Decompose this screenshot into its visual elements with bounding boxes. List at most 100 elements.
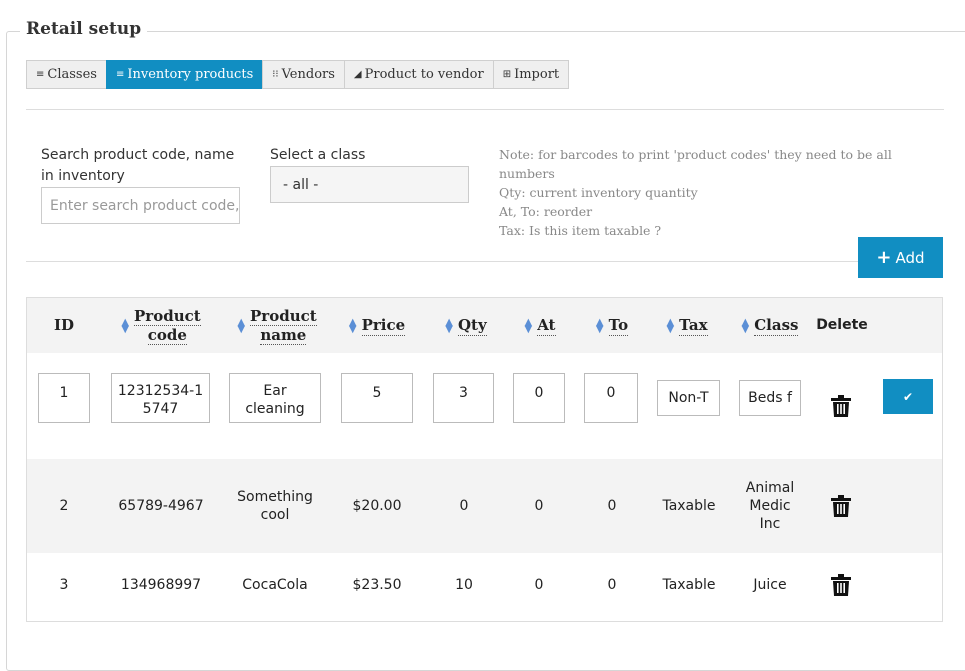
tab-classes[interactable]: ≡ Classes xyxy=(26,60,107,89)
tab-vendors[interactable]: ⁝⁝ Vendors xyxy=(262,60,345,89)
qty-field[interactable]: 3 xyxy=(433,373,494,423)
cell-id: 2 xyxy=(59,498,69,514)
search-label: Search product code, name in inventory xyxy=(41,147,235,184)
tab-inventory-products[interactable]: ≡ Inventory products xyxy=(105,60,264,89)
check-icon: ✔ xyxy=(902,389,914,404)
cell-price: $23.50 xyxy=(352,577,402,593)
col-label-line: Product xyxy=(134,306,201,326)
panel-title: Retail setup xyxy=(20,19,148,39)
sort-icon: ▲ ▼ xyxy=(595,316,604,335)
col-label-line: code xyxy=(147,325,187,345)
col-label: ID xyxy=(53,316,75,334)
sort-icon: ▲ ▼ xyxy=(524,316,533,335)
plus-icon: + xyxy=(876,246,892,268)
divider xyxy=(26,109,944,110)
col-at[interactable]: ▲ ▼ At xyxy=(515,298,565,353)
trash-icon[interactable] xyxy=(831,395,851,417)
table-header: ID ▲ ▼ Product code ▲ ▼ Product name ▲ ▼ Price ▲… xyxy=(27,298,942,353)
cell-class: Juice xyxy=(753,577,787,593)
col-price[interactable]: ▲ ▼ Price xyxy=(337,298,417,353)
trash-icon[interactable] xyxy=(831,574,851,596)
sort-icon: ▲ ▼ xyxy=(121,316,130,335)
cell-line: Animal xyxy=(745,480,795,496)
table-row: 3 134968997 CocaCola $23.50 10 0 0 Taxab… xyxy=(27,553,942,621)
col-label-line: Product xyxy=(250,306,317,326)
add-button-label: Add xyxy=(895,248,925,267)
list-icon: ≡ xyxy=(36,69,45,80)
sort-icon: ▲ ▼ xyxy=(237,316,246,335)
note-line: Note: for barcodes to print 'product cod… xyxy=(499,147,892,181)
cell-line: cool xyxy=(260,507,290,523)
col-product-code[interactable]: ▲ ▼ Product code xyxy=(111,298,211,353)
col-label: To xyxy=(608,315,629,336)
at-field[interactable]: 0 xyxy=(513,373,565,423)
col-label: Class xyxy=(754,315,799,336)
col-label-line: name xyxy=(260,325,307,345)
tab-label: Product to vendor xyxy=(364,67,484,82)
cell-to: 0 xyxy=(607,577,617,593)
cell-line: Medic xyxy=(749,498,791,514)
col-to[interactable]: ▲ ▼ To xyxy=(587,298,637,353)
cell-product-code: 134968997 xyxy=(120,577,202,593)
note-line: Qty: current inventory quantity xyxy=(499,185,698,200)
search-input[interactable]: Enter search product code, name xyxy=(41,187,240,224)
sort-icon: ▲ ▼ xyxy=(445,316,453,335)
col-id: ID xyxy=(27,298,101,353)
class-select[interactable]: - all - xyxy=(270,166,469,203)
tab-label: Inventory products xyxy=(127,67,254,82)
product-name-field[interactable]: Ear cleaning xyxy=(229,373,321,423)
tab-bar: ≡ Classes ≡ Inventory products ⁝⁝ Vendors ◢… xyxy=(26,60,570,89)
products-table: ID ▲ ▼ Product code ▲ ▼ Product name ▲ ▼ Price ▲… xyxy=(26,297,943,622)
col-label: Price xyxy=(361,315,406,336)
col-label: Tax xyxy=(679,315,708,336)
product-code-field[interactable]: 12312534-1 5747 xyxy=(111,373,210,423)
dots-icon: ⁝⁝ xyxy=(272,69,279,80)
col-label: Delete xyxy=(816,317,868,333)
cell-at: 0 xyxy=(534,498,544,514)
to-field[interactable]: 0 xyxy=(584,373,638,423)
tab-label: Import xyxy=(514,67,560,82)
tab-import[interactable]: ⊞ Import xyxy=(492,60,570,89)
col-delete: Delete xyxy=(815,298,869,353)
price-field[interactable]: 5 xyxy=(341,373,413,423)
col-label: Qty xyxy=(457,315,487,336)
trash-icon[interactable] xyxy=(831,495,851,517)
cell-class: Animal Medic Inc xyxy=(735,459,805,553)
area-chart-icon: ◢ xyxy=(353,69,362,80)
field-line: 12312534-1 xyxy=(117,383,204,399)
col-product-name[interactable]: ▲ ▼ Product name xyxy=(227,298,327,353)
note-line: Tax: Is this item taxable ? xyxy=(499,223,662,238)
cell-tax: Taxable xyxy=(662,498,716,514)
cell-line: Something xyxy=(237,489,313,505)
id-field[interactable]: 1 xyxy=(38,373,90,423)
cell-tax: Taxable xyxy=(662,577,716,593)
col-qty[interactable]: ▲ ▼ Qty xyxy=(431,298,501,353)
tab-product-to-vendor[interactable]: ◢ Product to vendor xyxy=(343,60,494,89)
sort-icon: ▲ ▼ xyxy=(741,316,750,335)
cell-qty: 0 xyxy=(459,498,469,514)
add-button[interactable]: + Add xyxy=(858,237,943,278)
class-select-row[interactable]: Beds f xyxy=(739,380,801,416)
sort-icon: ▲ ▼ xyxy=(348,316,357,335)
col-label: Product code xyxy=(134,306,201,345)
cell-at: 0 xyxy=(534,577,544,593)
class-select-label: Select a class xyxy=(270,147,366,163)
save-row-button[interactable]: ✔ xyxy=(883,379,933,414)
cell-id: 3 xyxy=(59,577,69,593)
divider xyxy=(26,261,858,262)
table-row: 2 65789-4967 Something cool $20.00 0 0 0 … xyxy=(27,459,942,553)
col-label: At xyxy=(537,315,556,336)
cell-qty: 10 xyxy=(455,577,473,593)
cell-to: 0 xyxy=(607,498,617,514)
cell-product-name: CocaCola xyxy=(242,577,308,593)
col-tax[interactable]: ▲ ▼ Tax xyxy=(657,298,717,353)
table-icon: ⊞ xyxy=(502,69,512,80)
tax-select[interactable]: Non-T xyxy=(657,380,720,416)
tab-label: Vendors xyxy=(281,67,335,82)
field-line: cleaning xyxy=(245,401,305,417)
table-row-edit: 1 12312534-1 5747 Ear cleaning 5 3 0 0 Non… xyxy=(27,353,942,459)
field-line: 5747 xyxy=(142,401,179,417)
tab-label: Classes xyxy=(47,67,97,82)
cell-line: Inc xyxy=(759,516,781,532)
col-class[interactable]: ▲ ▼ Class xyxy=(735,298,805,353)
